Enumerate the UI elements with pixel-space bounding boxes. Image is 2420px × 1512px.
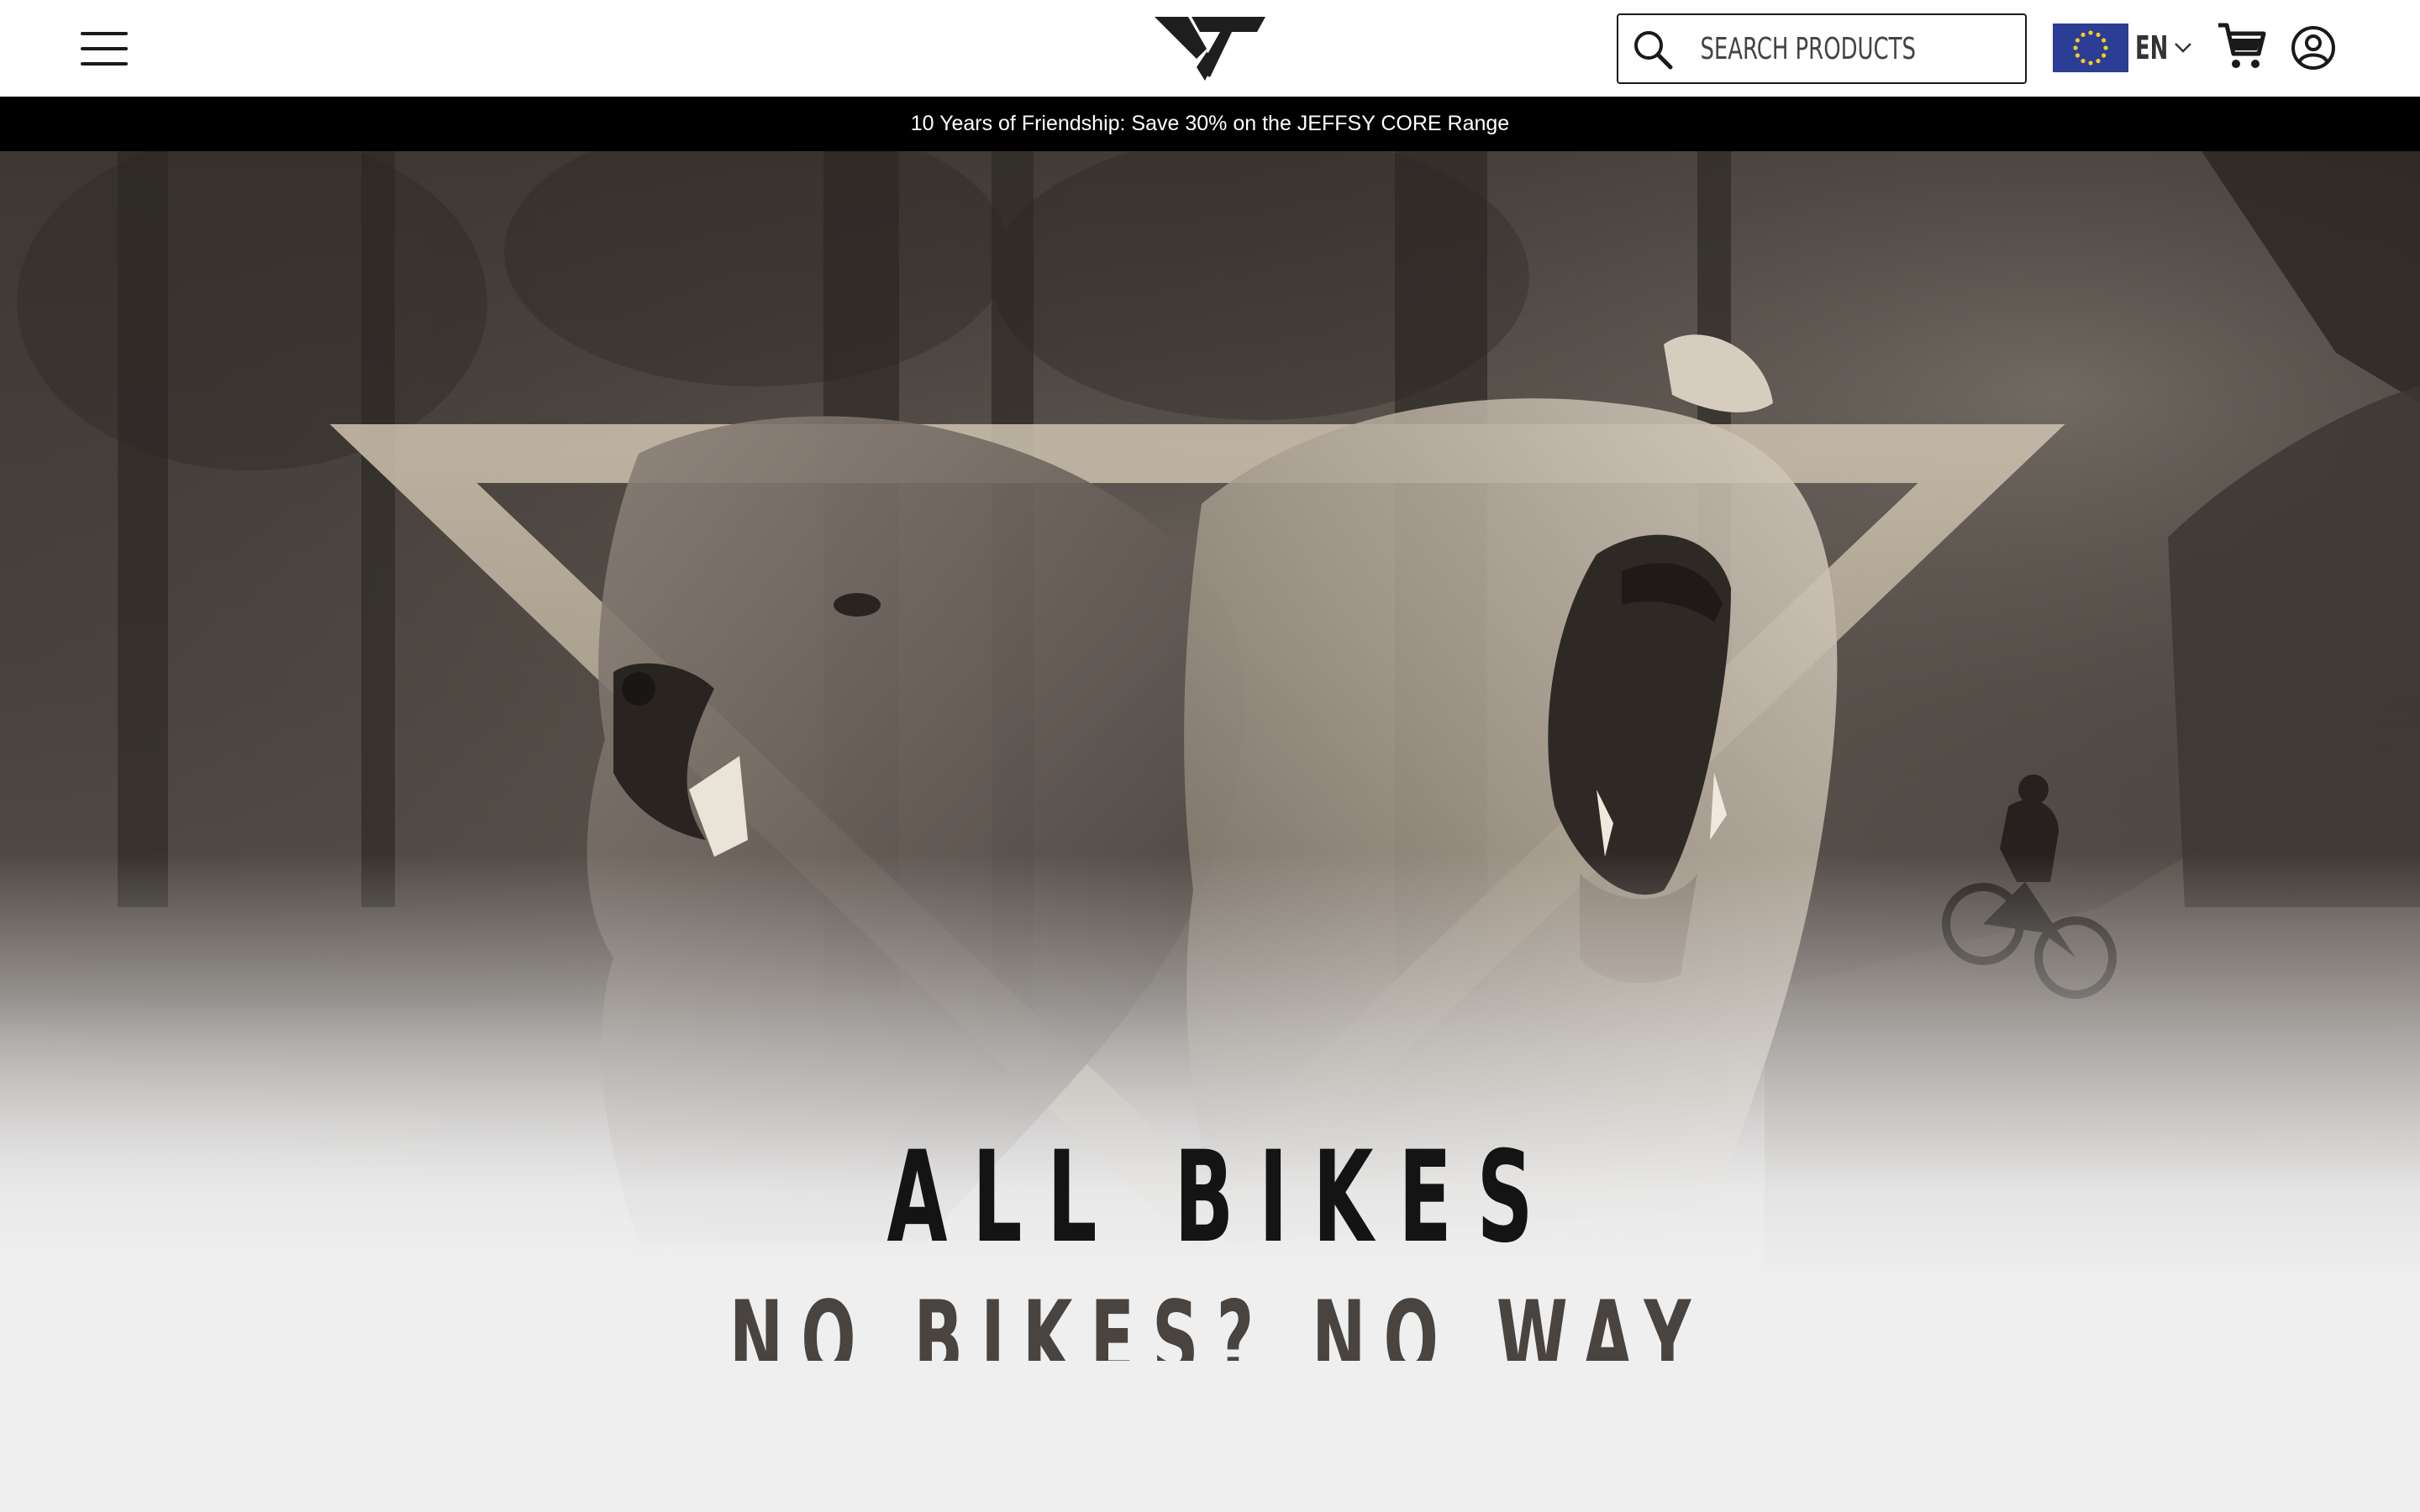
- eu-star: [2103, 45, 2108, 50]
- language-code: EN: [2135, 29, 2169, 66]
- eu-star: [2096, 58, 2101, 64]
- language-selector[interactable]: EN: [2053, 22, 2192, 74]
- cart-icon[interactable]: [2215, 20, 2267, 72]
- search-input[interactable]: [1699, 24, 1927, 74]
- eu-star: [2096, 32, 2101, 38]
- eu-flag-icon: [2053, 24, 2128, 72]
- eu-star: [2101, 53, 2107, 58]
- eu-star: [2075, 38, 2081, 43]
- promo-text[interactable]: 10 Years of Friendship: Save 30% on the …: [911, 112, 1509, 136]
- eu-star: [2075, 53, 2081, 58]
- eu-star: [2081, 58, 2086, 64]
- eu-star: [2073, 45, 2078, 50]
- hero-subtitle: NO BIKES? NO WAY: [729, 1278, 1709, 1361]
- search-icon[interactable]: [1630, 27, 1676, 72]
- eu-star: [2088, 60, 2093, 66]
- hero-title: ALL BIKES: [886, 1124, 1559, 1271]
- chevron-down-icon: [2175, 43, 2191, 53]
- eu-star: [2081, 32, 2086, 38]
- account-icon[interactable]: [2291, 25, 2336, 71]
- content-area: [0, 1361, 2420, 1512]
- hamburger-menu-icon[interactable]: [81, 30, 128, 67]
- hero-section: ALL BIKES NO BIKES? NO WAY: [0, 151, 2420, 1361]
- eu-star: [2101, 38, 2107, 43]
- site-header: EN: [0, 0, 2420, 97]
- eu-star: [2088, 30, 2093, 35]
- search-box[interactable]: [1617, 13, 2027, 84]
- promo-banner[interactable]: 10 Years of Friendship: Save 30% on the …: [0, 97, 2420, 151]
- yt-logo[interactable]: [1155, 15, 1265, 81]
